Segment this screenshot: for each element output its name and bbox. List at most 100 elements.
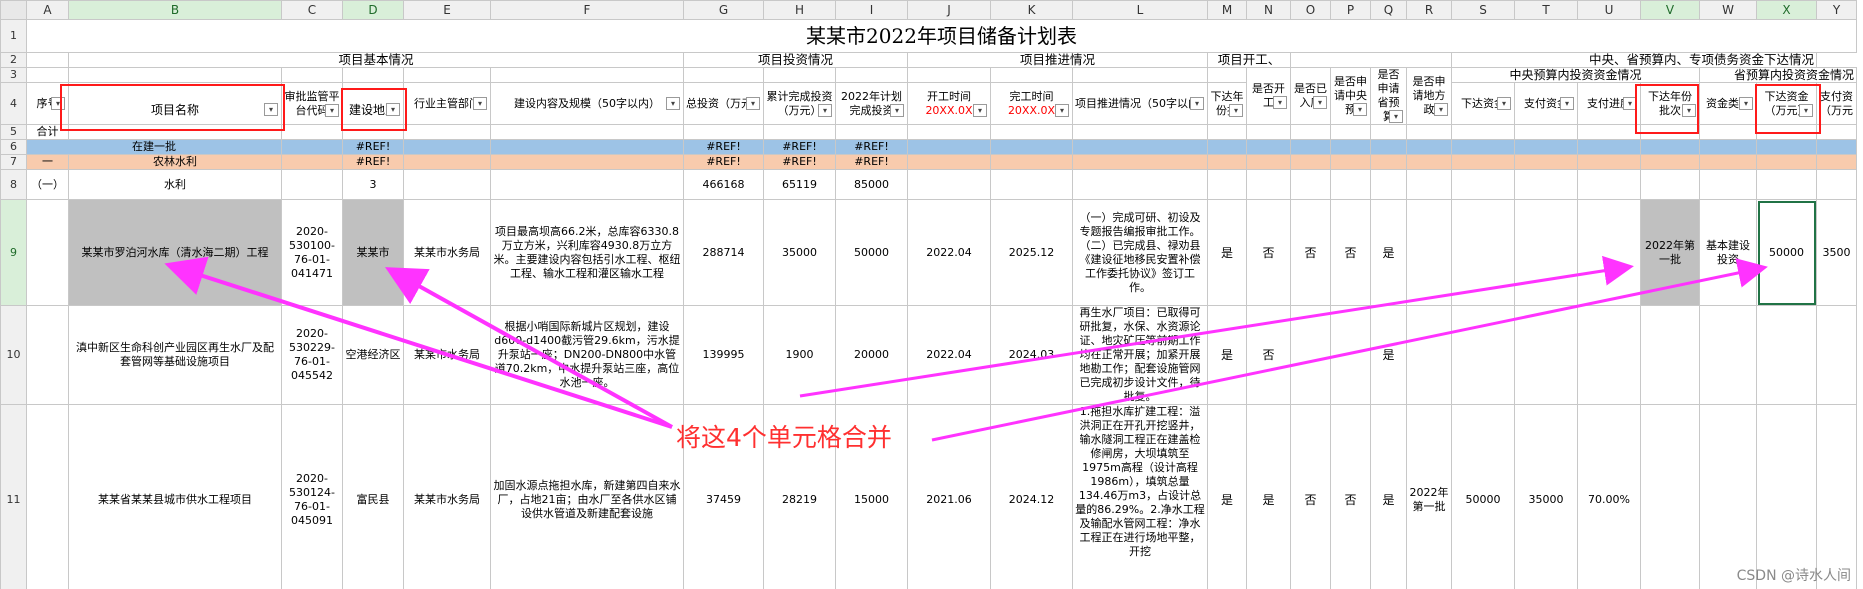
cell-o8[interactable]	[1290, 169, 1331, 200]
hdr-content[interactable]: 建设内容及规模（50字以内） ▾	[490, 82, 684, 125]
hdr-advance[interactable]: 项目推进情况（50字以内） ▾	[1072, 82, 1208, 125]
cell-m7[interactable]	[1207, 154, 1247, 170]
cell-n5[interactable]	[1246, 124, 1291, 140]
cell-c9-code[interactable]: 2020-530100-76-01-041471	[281, 199, 343, 306]
cell-n7[interactable]	[1246, 154, 1291, 170]
cell-h10[interactable]: 1900	[763, 305, 836, 405]
cell-b9-project-name[interactable]: 某某市罗泊河水库（清水海二期）工程	[68, 199, 282, 306]
sheet-title[interactable]: 某某市2022年项目储备计划表	[26, 19, 1857, 53]
cell-s7[interactable]	[1451, 154, 1515, 170]
cell-e11-dept[interactable]: 某某市水务局	[403, 404, 491, 589]
cell-o5[interactable]	[1290, 124, 1331, 140]
cell-t10[interactable]	[1514, 305, 1578, 405]
cell-y6[interactable]	[1816, 139, 1857, 155]
cell-c3[interactable]	[281, 67, 343, 83]
cell-b3[interactable]	[68, 67, 282, 83]
cell-n6[interactable]	[1246, 139, 1291, 155]
filter-dropdown-icon[interactable]: ▾	[1389, 110, 1403, 123]
cell-m11[interactable]: 是	[1207, 404, 1247, 589]
column-header-r[interactable]: R	[1406, 0, 1452, 20]
column-header-w[interactable]: W	[1699, 0, 1757, 20]
cell-a9[interactable]	[26, 199, 69, 306]
row-header-3[interactable]: 3	[0, 67, 27, 83]
cell-k3[interactable]	[990, 67, 1073, 83]
cell-f6[interactable]	[490, 139, 684, 155]
cell-j7[interactable]	[907, 154, 991, 170]
cell-y11[interactable]	[1816, 404, 1857, 589]
cell-r9[interactable]	[1406, 199, 1452, 306]
cell-j5[interactable]	[907, 124, 991, 140]
cell-k10[interactable]: 2024.03	[990, 305, 1073, 405]
column-header-v[interactable]: V	[1640, 0, 1700, 20]
cell-d11-location[interactable]: 富民县	[342, 404, 404, 589]
cell-g6[interactable]: #REF!	[683, 139, 764, 155]
cell-agri-seq[interactable]: 一	[26, 154, 69, 170]
cell-h5[interactable]	[763, 124, 836, 140]
cell-w10[interactable]	[1699, 305, 1757, 405]
cell-a3[interactable]	[26, 67, 69, 83]
hdr-prov-apply[interactable]: 是否申请省预算▾	[1370, 67, 1407, 125]
cell-f9-content[interactable]: 项目最高坝高66.2米，总库容6330.8万立方米，兴利库容4930.8万立方米…	[490, 199, 684, 306]
column-header-e[interactable]: E	[403, 0, 491, 20]
cell-c6[interactable]	[281, 139, 343, 155]
cell-j9[interactable]: 2022.04	[907, 199, 991, 306]
row-header-10[interactable]: 10	[0, 305, 27, 405]
cell-e7[interactable]	[403, 154, 491, 170]
cell-y9[interactable]: 3500	[1816, 199, 1857, 306]
filter-dropdown-icon[interactable]: ▾	[1434, 103, 1448, 116]
cell-s9[interactable]	[1451, 199, 1515, 306]
column-header-a[interactable]: A	[26, 0, 69, 20]
cell-m3[interactable]	[1207, 67, 1247, 83]
hdr-fund-type[interactable]: 资金类型 ▾	[1699, 82, 1757, 125]
cell-v10[interactable]	[1640, 305, 1700, 405]
cell-o10[interactable]	[1290, 305, 1331, 405]
spreadsheet[interactable]: A B C D E F G H I J K L M N O P Q R S T …	[0, 0, 1863, 589]
cell-total-label[interactable]: 合计	[26, 124, 69, 140]
column-header-f[interactable]: F	[490, 0, 684, 20]
row-header-11[interactable]: 11	[0, 404, 27, 589]
hdr-end-time[interactable]: 完工时间 20XX.0X ▾	[990, 82, 1073, 125]
cell-g7[interactable]: #REF!	[683, 154, 764, 170]
cell-i6[interactable]: #REF!	[835, 139, 908, 155]
hdr-location[interactable]: 建设地点 ▾	[342, 82, 404, 125]
cell-k6[interactable]	[990, 139, 1073, 155]
cell-r10[interactable]	[1406, 305, 1452, 405]
cell-w9-fund-type[interactable]: 基本建设投资	[1699, 199, 1757, 306]
hdr-plan-2022[interactable]: 2022年计划完成投资 ▾	[835, 82, 908, 125]
filter-dropdown-icon[interactable]: ▾	[473, 96, 487, 110]
cell-i7[interactable]: #REF!	[835, 154, 908, 170]
cell-f5[interactable]	[490, 124, 684, 140]
cell-x7[interactable]	[1756, 154, 1817, 170]
hdr-total-investment[interactable]: 总投资（万元） ▾	[683, 82, 764, 125]
cell-c8[interactable]	[281, 169, 343, 200]
column-header-s[interactable]: S	[1451, 0, 1515, 20]
cell-r8[interactable]	[1406, 169, 1452, 200]
cell-j8[interactable]	[907, 169, 991, 200]
cell-l3[interactable]	[1072, 67, 1208, 83]
cell-k5[interactable]	[990, 124, 1073, 140]
filter-dropdown-icon[interactable]: ▾	[666, 96, 680, 110]
cell-l7[interactable]	[1072, 154, 1208, 170]
column-header-p[interactable]: P	[1330, 0, 1371, 20]
column-header-c[interactable]: C	[281, 0, 343, 20]
cell-v7[interactable]	[1640, 154, 1700, 170]
cell-l11-advance[interactable]: 1.拖担水库扩建工程：溢洪洞正在开孔开挖竖井，输水隧洞工程正在建盖检修闸房，大坝…	[1072, 404, 1208, 589]
cell-o11[interactable]: 否	[1290, 404, 1331, 589]
cell-x9-issued[interactable]: 50000	[1756, 199, 1817, 306]
filter-dropdown-icon[interactable]: ▾	[1739, 96, 1753, 110]
hdr-local-apply[interactable]: 是否申请地方政 ▾	[1406, 67, 1452, 125]
column-header-g[interactable]: G	[683, 0, 764, 20]
cell-d7[interactable]: #REF!	[342, 154, 404, 170]
group-progress[interactable]: 项目推进情况	[907, 52, 1208, 68]
hdr-in-library[interactable]: 是否已入库 ▾	[1290, 67, 1331, 125]
filter-dropdown-icon[interactable]: ▾	[1560, 96, 1574, 110]
row-header-7[interactable]: 7	[0, 154, 27, 170]
filter-dropdown-icon[interactable]: ▾	[325, 103, 339, 117]
filter-dropdown-icon[interactable]: ▾	[746, 96, 760, 110]
cell-d10-location[interactable]: 空港经济区	[342, 305, 404, 405]
cell-u6[interactable]	[1577, 139, 1641, 155]
cell-m6[interactable]	[1207, 139, 1247, 155]
group-basic-info[interactable]: 项目基本情况	[68, 52, 684, 68]
cell-t5[interactable]	[1514, 124, 1578, 140]
group-start[interactable]: 项目开工、	[1207, 52, 1291, 68]
